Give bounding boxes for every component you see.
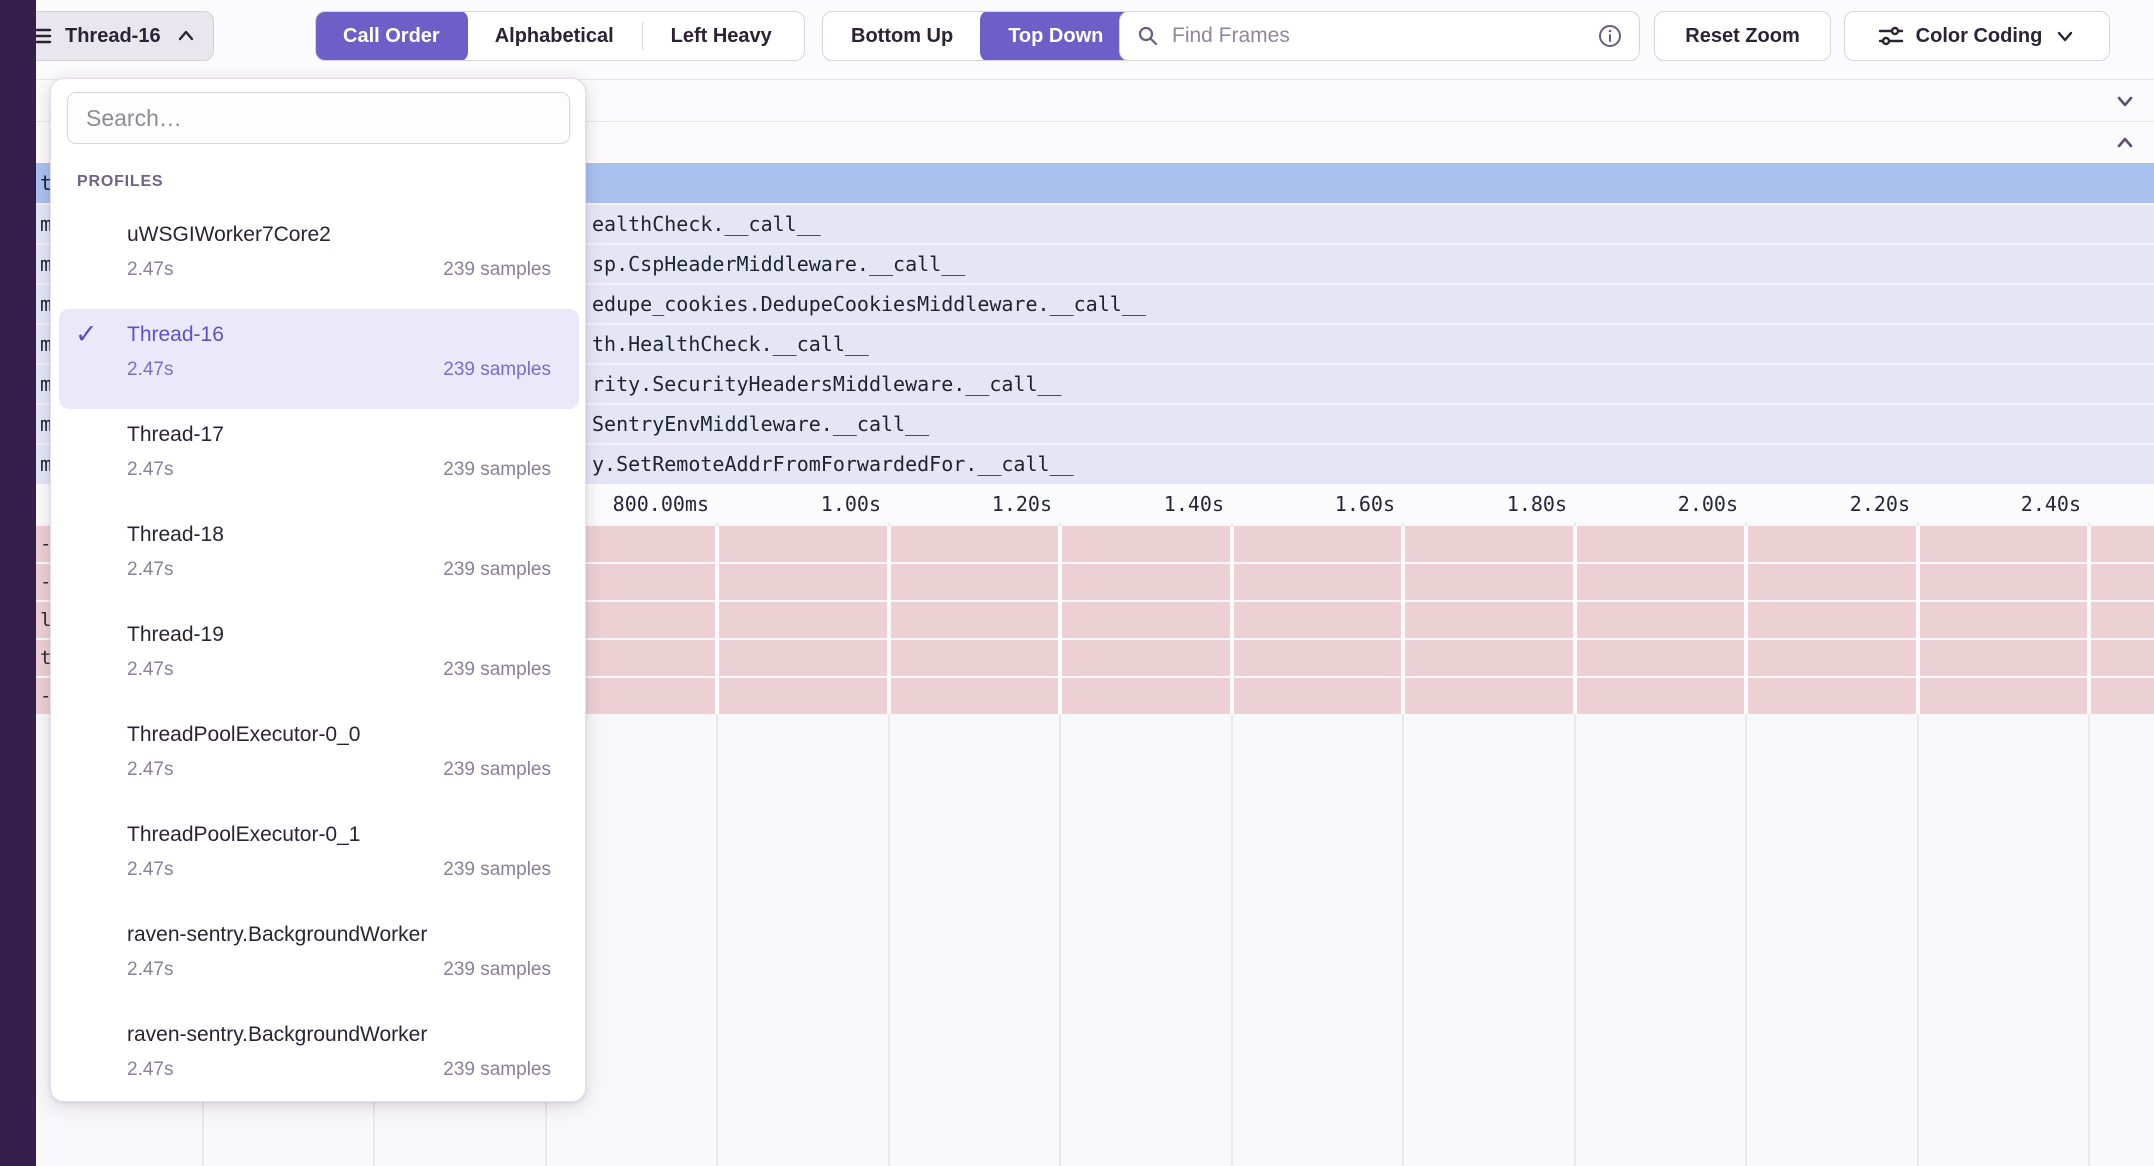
frame-text: sp.CspHeaderMiddleware.__call__ [592,245,965,283]
profile-item[interactable]: ✓ Thread-17 2.47s 239 samples [59,409,579,509]
thread-selector-label: Thread-16 [65,25,163,48]
chevron-up-icon[interactable] [2112,130,2138,156]
app-sidebar[interactable] [0,0,36,1166]
profile-name: raven-sentry.BackgroundWorker [127,1023,427,1047]
axis-tick-label: 2.40s [1921,484,2081,524]
axis-tick-label: 1.60s [1235,484,1395,524]
profile-name: ThreadPoolExecutor-0_0 [127,723,360,747]
profile-samples: 239 samples [443,659,551,681]
frame-text: y.SetRemoteAddrFromForwardedFor.__call__ [592,445,1074,483]
sort-segmented-control: Call Order Alphabetical Left Heavy [315,11,805,61]
profile-duration: 2.47s [127,959,173,981]
profiles-dropdown: PROFILES ✓ uWSGIWorker7Core2 2.47s 239 s… [50,78,586,1102]
axis-tick-label: 1.20s [892,484,1052,524]
axis-tick-label: 2.00s [1578,484,1738,524]
profile-samples: 239 samples [443,959,551,981]
direction-bottom-up-tab[interactable]: Bottom Up [823,11,981,61]
profile-name: ThreadPoolExecutor-0_1 [127,823,360,847]
axis-tick-label: 2.20s [1750,484,1910,524]
profile-item[interactable]: ✓ uWSGIWorker7Core2 2.47s 239 samples [59,209,579,309]
sort-left-heavy-tab[interactable]: Left Heavy [643,11,800,61]
profile-item[interactable]: ✓ Thread-18 2.47s 239 samples [59,509,579,609]
chevron-down-icon [2054,25,2076,47]
profiles-section-label: PROFILES [77,173,163,191]
profile-item[interactable]: ✓ raven-sentry.BackgroundWorker 2.47s 23… [59,909,579,1009]
frame-text: SentryEnvMiddleware.__call__ [592,405,929,443]
profile-name: Thread-16 [127,323,224,347]
profile-samples: 239 samples [443,359,551,381]
find-frames-input[interactable] [1172,24,1585,48]
color-coding-button[interactable]: Color Coding [1844,11,2110,61]
axis-tick-label: 1.00s [721,484,881,524]
info-icon[interactable] [1597,23,1623,49]
chevron-down-icon[interactable] [2112,88,2138,114]
chevron-up-icon [175,25,197,47]
find-frames-container [1119,11,1640,61]
profile-name: uWSGIWorker7Core2 [127,223,331,247]
color-coding-label: Color Coding [1916,25,2043,48]
axis-tick-label: 1.80s [1407,484,1567,524]
sliders-icon [1878,25,1904,47]
profile-item[interactable]: ✓ ThreadPoolExecutor-0_0 2.47s 239 sampl… [59,709,579,809]
profile-samples: 239 samples [443,259,551,281]
profile-duration: 2.47s [127,1059,173,1081]
axis-tick-label: 1.40s [1064,484,1224,524]
profile-samples: 239 samples [443,559,551,581]
sort-call-order-tab[interactable]: Call Order [315,11,468,61]
profile-name: raven-sentry.BackgroundWorker [127,923,427,947]
direction-top-down-tab[interactable]: Top Down [980,11,1131,61]
reset-zoom-button[interactable]: Reset Zoom [1654,11,1831,61]
search-icon [1136,24,1160,48]
frame-text: rity.SecurityHeadersMiddleware.__call__ [592,365,1062,403]
check-icon: ✓ [75,319,98,350]
frame-text: ealthCheck.__call__ [592,205,821,243]
profile-duration: 2.47s [127,859,173,881]
thread-selector-button[interactable]: Thread-16 [12,11,214,61]
sort-alphabetical-tab[interactable]: Alphabetical [467,11,642,61]
direction-segmented-control: Bottom Up Top Down [822,11,1140,61]
profile-samples: 239 samples [443,759,551,781]
profiling-flamegraph-screen: t m ealthCheck.__call__ m sp.CspHeaderMi… [0,0,2154,1166]
profile-name: Thread-19 [127,623,224,647]
frame-text: edupe_cookies.DedupeCookiesMiddleware.__… [592,285,1146,323]
profile-samples: 239 samples [443,859,551,881]
reset-zoom-label: Reset Zoom [1685,25,1799,48]
profile-duration: 2.47s [127,759,173,781]
profile-name: Thread-18 [127,523,224,547]
profile-item[interactable]: ✓ Thread-19 2.47s 239 samples [59,609,579,709]
profile-name: Thread-17 [127,423,224,447]
profiles-search-input[interactable] [67,92,570,144]
profile-duration: 2.47s [127,659,173,681]
profile-item-selected[interactable]: ✓ Thread-16 2.47s 239 samples [59,309,579,409]
profile-item[interactable]: ✓ ThreadPoolExecutor-0_1 2.47s 239 sampl… [59,809,579,909]
profile-duration: 2.47s [127,259,173,281]
profile-duration: 2.47s [127,359,173,381]
profile-item[interactable]: ✓ raven-sentry.BackgroundWorker 2.47s 23… [59,1009,579,1109]
profile-duration: 2.47s [127,459,173,481]
profile-duration: 2.47s [127,559,173,581]
profile-samples: 239 samples [443,459,551,481]
frame-text: th.HealthCheck.__call__ [592,325,869,363]
profile-samples: 239 samples [443,1059,551,1081]
